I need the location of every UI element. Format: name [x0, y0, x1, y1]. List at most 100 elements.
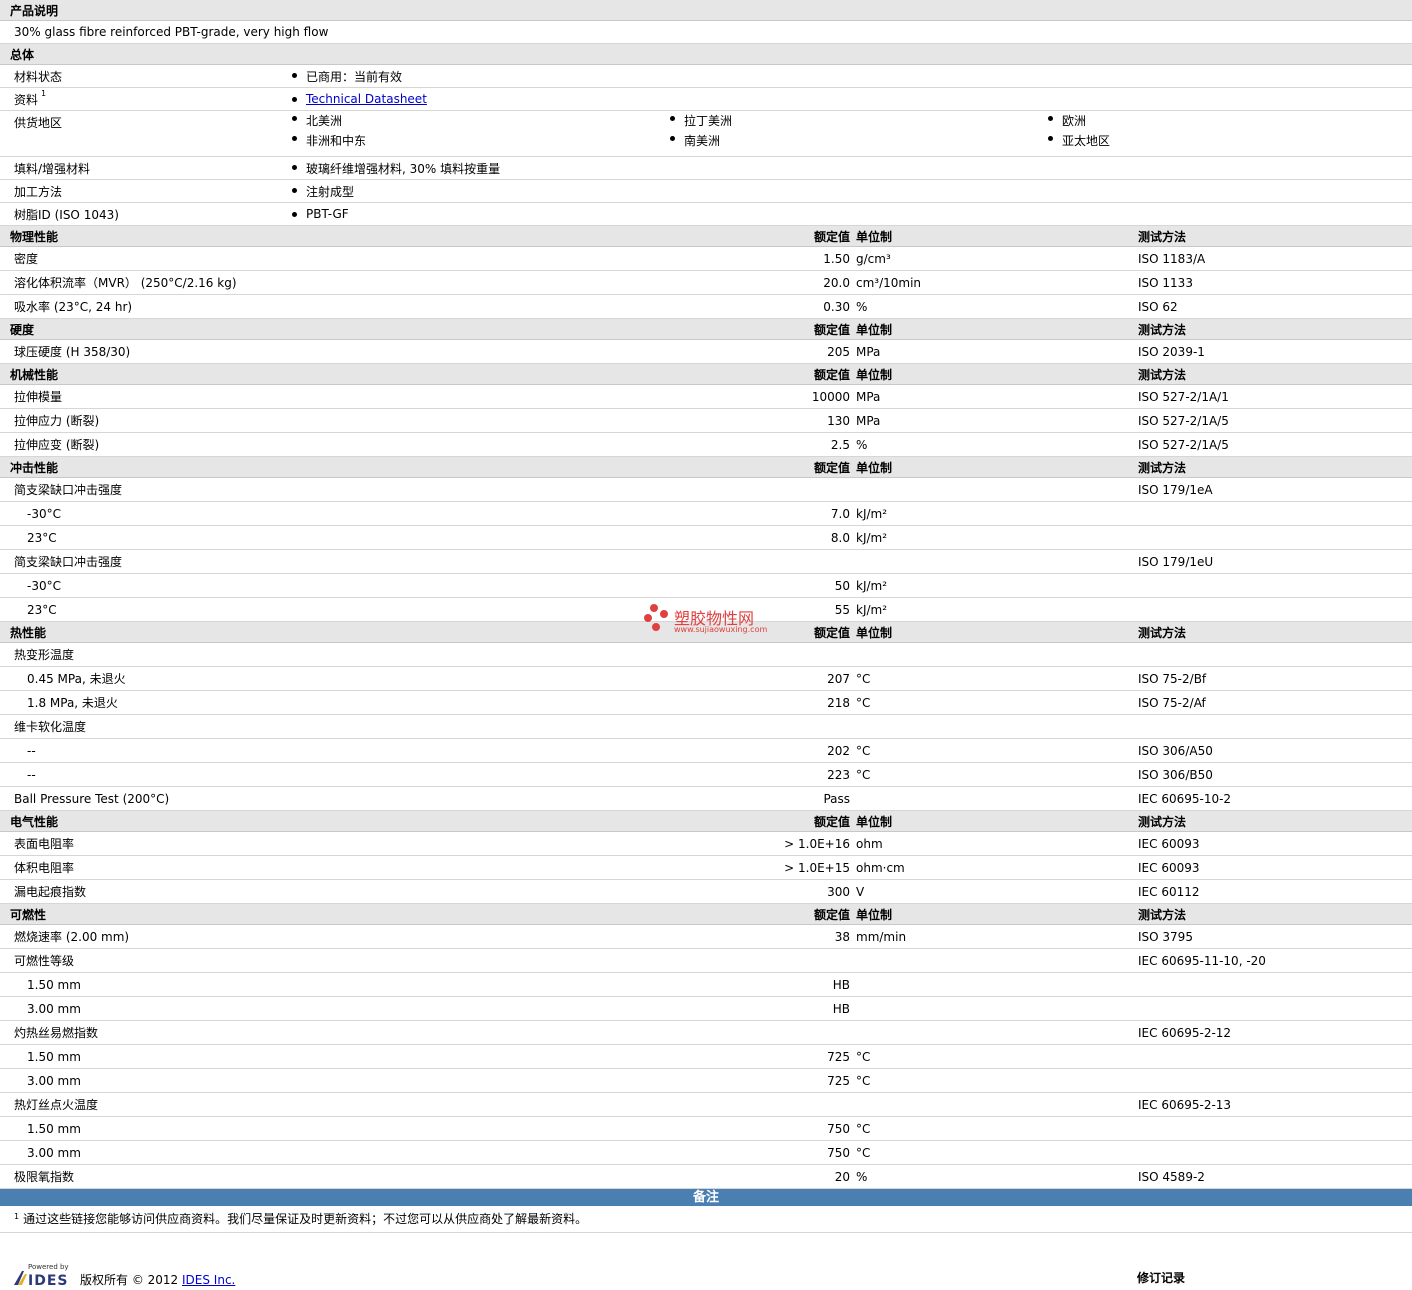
property-subrow: 1.50 mm HB: [0, 972, 1412, 997]
row-method: ISO 75-2/Bf: [1138, 666, 1412, 691]
row-method: [1138, 525, 1412, 550]
row-value: 7.0: [668, 501, 856, 526]
header-unit: 单位制: [856, 456, 1138, 478]
row-method: IEC 60093: [1138, 855, 1412, 880]
row-value: [668, 1092, 856, 1117]
row-method: [1138, 714, 1412, 739]
header-value: 额定值: [668, 318, 856, 340]
row-label: 热灯丝点火温度: [0, 1092, 668, 1117]
row-label: 23°C: [0, 597, 668, 622]
row-label: 材料状态: [0, 64, 290, 88]
row-label: -30°C: [0, 501, 668, 526]
row-method: ISO 2039-1: [1138, 339, 1412, 364]
row-value: 300: [668, 879, 856, 904]
revision-history[interactable]: 修订记录: [1137, 1269, 1185, 1286]
footnote: 1 通过这些链接您能够访问供应商资料。我们尽量保证及时更新资料；不过您可以从供应商…: [0, 1206, 1412, 1233]
row-label: --: [0, 738, 668, 763]
property-subrow: -30°C 50 kJ/m²: [0, 573, 1412, 598]
page-footer: Powered by IDES 版权所有 © 2012 IDES Inc. 修订…: [0, 1233, 1412, 1289]
property-row: 拉伸模量 10000 MPa ISO 527-2/1A/1: [0, 384, 1412, 409]
property-subrow: 3.00 mm HB: [0, 996, 1412, 1021]
row-label: 拉伸应变 (断裂): [0, 432, 668, 457]
section-title: 冲击性能: [0, 456, 668, 478]
row-unit: g/cm³: [856, 246, 1138, 271]
section-header-flammability: 可燃性 额定值 单位制 测试方法: [0, 903, 1412, 925]
row-unit: [856, 948, 1138, 973]
row-value: 205: [668, 339, 856, 364]
row-method: IEC 60112: [1138, 879, 1412, 904]
property-subrow: 3.00 mm 750 °C: [0, 1140, 1412, 1165]
row-label: 可燃性等级: [0, 948, 668, 973]
row-unit: [856, 786, 1138, 811]
property-row: 球压硬度 (H 358/30) 205 MPa ISO 2039-1: [0, 339, 1412, 364]
row-unit: MPa: [856, 339, 1138, 364]
section-title: 热性能: [0, 621, 668, 643]
row-method: [1138, 597, 1412, 622]
datasheet-table: 产品说明 30% glass fibre reinforced PBT-grad…: [0, 0, 1412, 1189]
row-label: 密度: [0, 246, 668, 271]
datasheet-page: 产品说明 30% glass fibre reinforced PBT-grad…: [0, 0, 1412, 1289]
property-subrow: 1.50 mm 750 °C: [0, 1116, 1412, 1141]
general-row-filler: 填料/增强材料 玻璃纤维增强材料, 30% 填料按重量: [0, 156, 1412, 180]
row-value: > 1.0E+15: [668, 855, 856, 880]
row-label: -30°C: [0, 573, 668, 598]
row-label: 拉伸应力 (断裂): [0, 408, 668, 433]
property-row: 极限氧指数 20% ISO 4589-2: [0, 1164, 1412, 1189]
row-label: 1.50 mm: [0, 1044, 668, 1069]
section-header-general: 总体: [0, 43, 1412, 65]
row-unit: °C: [856, 1116, 1138, 1141]
row-unit: [856, 642, 1138, 667]
filler-value: 玻璃纤维增强材料, 30% 填料按重量: [290, 160, 500, 177]
row-method: ISO 306/B50: [1138, 762, 1412, 787]
row-unit: %: [856, 432, 1138, 457]
row-unit: [856, 972, 1138, 997]
property-subrow: 0.45 MPa, 未退火 207 °C ISO 75-2/Bf: [0, 666, 1412, 691]
row-label: 1.50 mm: [0, 972, 668, 997]
region-item: 非洲和中东: [290, 131, 366, 151]
row-value: 130: [668, 408, 856, 433]
property-row: 可燃性等级 IEC 60695-11-10, -20: [0, 948, 1412, 973]
row-unit: °C: [856, 762, 1138, 787]
row-unit: °C: [856, 1140, 1138, 1165]
row-unit: °C: [856, 1044, 1138, 1069]
ides-logo[interactable]: Powered by IDES: [12, 1263, 70, 1289]
header-unit: 单位制: [856, 903, 1138, 925]
row-unit: V: [856, 879, 1138, 904]
copyright-text: 版权所有 © 2012: [80, 1273, 179, 1287]
row-method: ISO 527-2/1A/5: [1138, 408, 1412, 433]
property-subrow: -30°C 7.0 kJ/m²: [0, 501, 1412, 526]
row-label: 极限氧指数: [0, 1164, 668, 1189]
property-subrow: -- 223 °C ISO 306/B50: [0, 762, 1412, 787]
row-unit: %: [856, 294, 1138, 319]
row-method: IEC 60695-2-13: [1138, 1092, 1412, 1117]
section-header-description: 产品说明: [0, 0, 1412, 21]
row-value: [668, 1020, 856, 1045]
row-unit: °C: [856, 690, 1138, 715]
row-unit: [856, 714, 1138, 739]
ides-inc-link[interactable]: IDES Inc.: [182, 1273, 235, 1287]
technical-datasheet-link[interactable]: Technical Datasheet: [306, 92, 427, 106]
property-row: 体积电阻率 > 1.0E+15 ohm·cm IEC 60093: [0, 855, 1412, 880]
row-value: 750: [668, 1140, 856, 1165]
row-label: 加工方法: [0, 179, 290, 203]
row-unit: kJ/m²: [856, 597, 1138, 622]
row-unit: MPa: [856, 384, 1138, 409]
row-value: 38: [668, 924, 856, 949]
row-method: ISO 179/1eA: [1138, 477, 1412, 502]
section-header-mechanical: 机械性能 额定值 单位制 测试方法: [0, 363, 1412, 385]
row-method: IEC 60695-2-12: [1138, 1020, 1412, 1045]
watermark-dots-icon: [644, 604, 668, 631]
row-unit: kJ/m²: [856, 525, 1138, 550]
row-unit: [856, 477, 1138, 502]
property-row: 热灯丝点火温度 IEC 60695-2-13: [0, 1092, 1412, 1117]
header-unit: 单位制: [856, 318, 1138, 340]
resin-value: PBT-GF: [290, 207, 349, 221]
property-row: 表面电阻率 > 1.0E+16 ohm IEC 60093: [0, 831, 1412, 856]
row-method: [1138, 1068, 1412, 1093]
section-title: 总体: [0, 43, 1412, 65]
general-row-supply: 供货地区 北美洲 非洲和中东 拉丁美洲 南美洲 欧洲 亚太地区: [0, 110, 1412, 157]
row-label: 球压硬度 (H 358/30): [0, 339, 668, 364]
row-value: [668, 642, 856, 667]
section-header-electrical: 电气性能 额定值 单位制 测试方法: [0, 810, 1412, 832]
row-label: 3.00 mm: [0, 1068, 668, 1093]
